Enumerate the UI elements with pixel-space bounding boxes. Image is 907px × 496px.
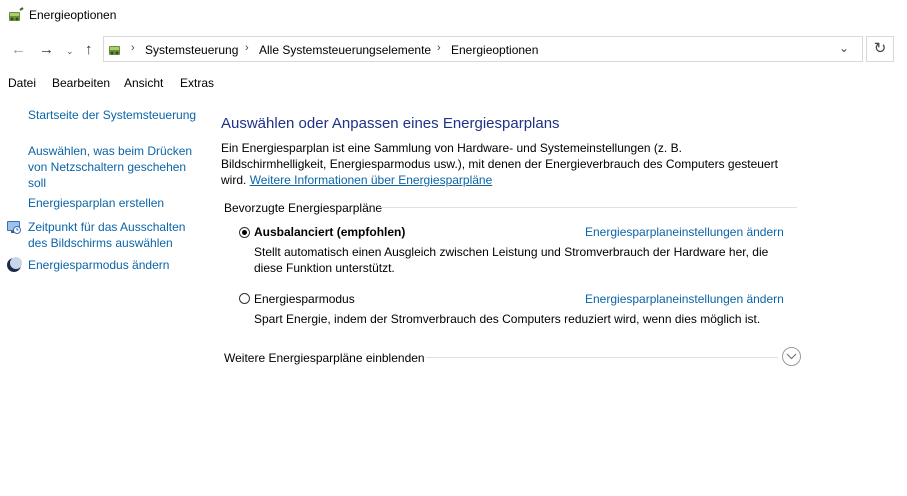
menu-item-datei[interactable]: Datei (8, 76, 36, 90)
more-info-link[interactable]: Weitere Informationen über Energiesparpl… (250, 173, 493, 187)
plan-settings-link-ausbalanciert[interactable]: Energiesparplaneinstellungen ändern (585, 225, 784, 239)
window-title: Energieoptionen (29, 8, 117, 22)
breadcrumb-separator-icon[interactable]: › (437, 42, 441, 54)
breadcrumb-item[interactable]: Systemsteuerung (145, 43, 238, 57)
chevron-down-icon[interactable]: ⌄ (66, 43, 74, 59)
title-bar: Energieoptionen (0, 0, 907, 30)
sidebar-item-startseite[interactable]: Startseite der Systemsteuerung (28, 107, 203, 123)
sidebar: Startseite der Systemsteuerung Auswählen… (0, 100, 205, 300)
back-arrow-icon[interactable]: ← (11, 42, 26, 58)
address-dropdown-icon[interactable]: ⌄ (839, 41, 849, 55)
page-description: Ein Energiesparplan ist eine Sammlung vo… (221, 140, 781, 188)
address-bar[interactable]: › Systemsteuerung › Alle Systemsteuerung… (103, 36, 863, 62)
plan-description-ausbalanciert: Stellt automatisch einen Ausgleich zwisc… (254, 245, 769, 275)
chevron-down-circle-icon[interactable] (782, 347, 801, 366)
chevron-down-icon (786, 353, 797, 360)
plan-radio-energiesparmodus[interactable] (239, 293, 250, 304)
power-options-icon (109, 46, 120, 55)
sidebar-item-energiesparmodus[interactable]: Energiesparmodus ändern (28, 257, 203, 273)
plan-name-energiesparmodus[interactable]: Energiesparmodus (254, 292, 355, 306)
refresh-icon[interactable]: ↻ (866, 36, 894, 62)
menu-item-extras[interactable]: Extras (180, 76, 214, 90)
breadcrumb-separator-icon[interactable]: › (131, 42, 135, 54)
breadcrumb-separator-icon[interactable]: › (245, 42, 249, 54)
forward-arrow-icon[interactable]: → (39, 42, 54, 58)
sleep-moon-icon (7, 257, 22, 272)
plan-settings-link-energiesparmodus[interactable]: Energiesparplaneinstellungen ändern (585, 292, 784, 306)
display-timeout-icon (7, 221, 21, 234)
sidebar-item-bildschirm-ausschalten[interactable]: Zeitpunkt für das Ausschalten des Bildsc… (28, 219, 203, 251)
more-plans-divider (426, 357, 778, 358)
more-plans-label[interactable]: Weitere Energiesparpläne einblenden (224, 351, 425, 365)
page-title: Auswählen oder Anpassen eines Energiespa… (221, 115, 560, 132)
breadcrumb-item[interactable]: Alle Systemsteuerungselemente (259, 43, 431, 57)
plan-description-energiesparmodus: Spart Energie, indem der Stromverbrauch … (254, 312, 761, 326)
plan-name-ausbalanciert[interactable]: Ausbalanciert (empfohlen) (254, 225, 405, 239)
breadcrumb-item[interactable]: Energieoptionen (451, 43, 538, 57)
plan-radio-ausbalanciert[interactable] (239, 227, 250, 238)
section-divider (380, 207, 797, 208)
up-arrow-icon[interactable]: ↑ (85, 42, 93, 58)
menu-item-bearbeiten[interactable]: Bearbeiten (52, 76, 110, 90)
sidebar-item-plan-erstellen[interactable]: Energiesparplan erstellen (28, 195, 203, 211)
power-options-icon (9, 7, 24, 21)
menu-bar: Datei Bearbeiten Ansicht Extras (0, 74, 907, 92)
section-label: Bevorzugte Energiesparpläne (224, 201, 383, 215)
sidebar-item-netzschalter[interactable]: Auswählen, was beim Drücken von Netzscha… (28, 143, 198, 191)
menu-item-ansicht[interactable]: Ansicht (124, 76, 163, 90)
